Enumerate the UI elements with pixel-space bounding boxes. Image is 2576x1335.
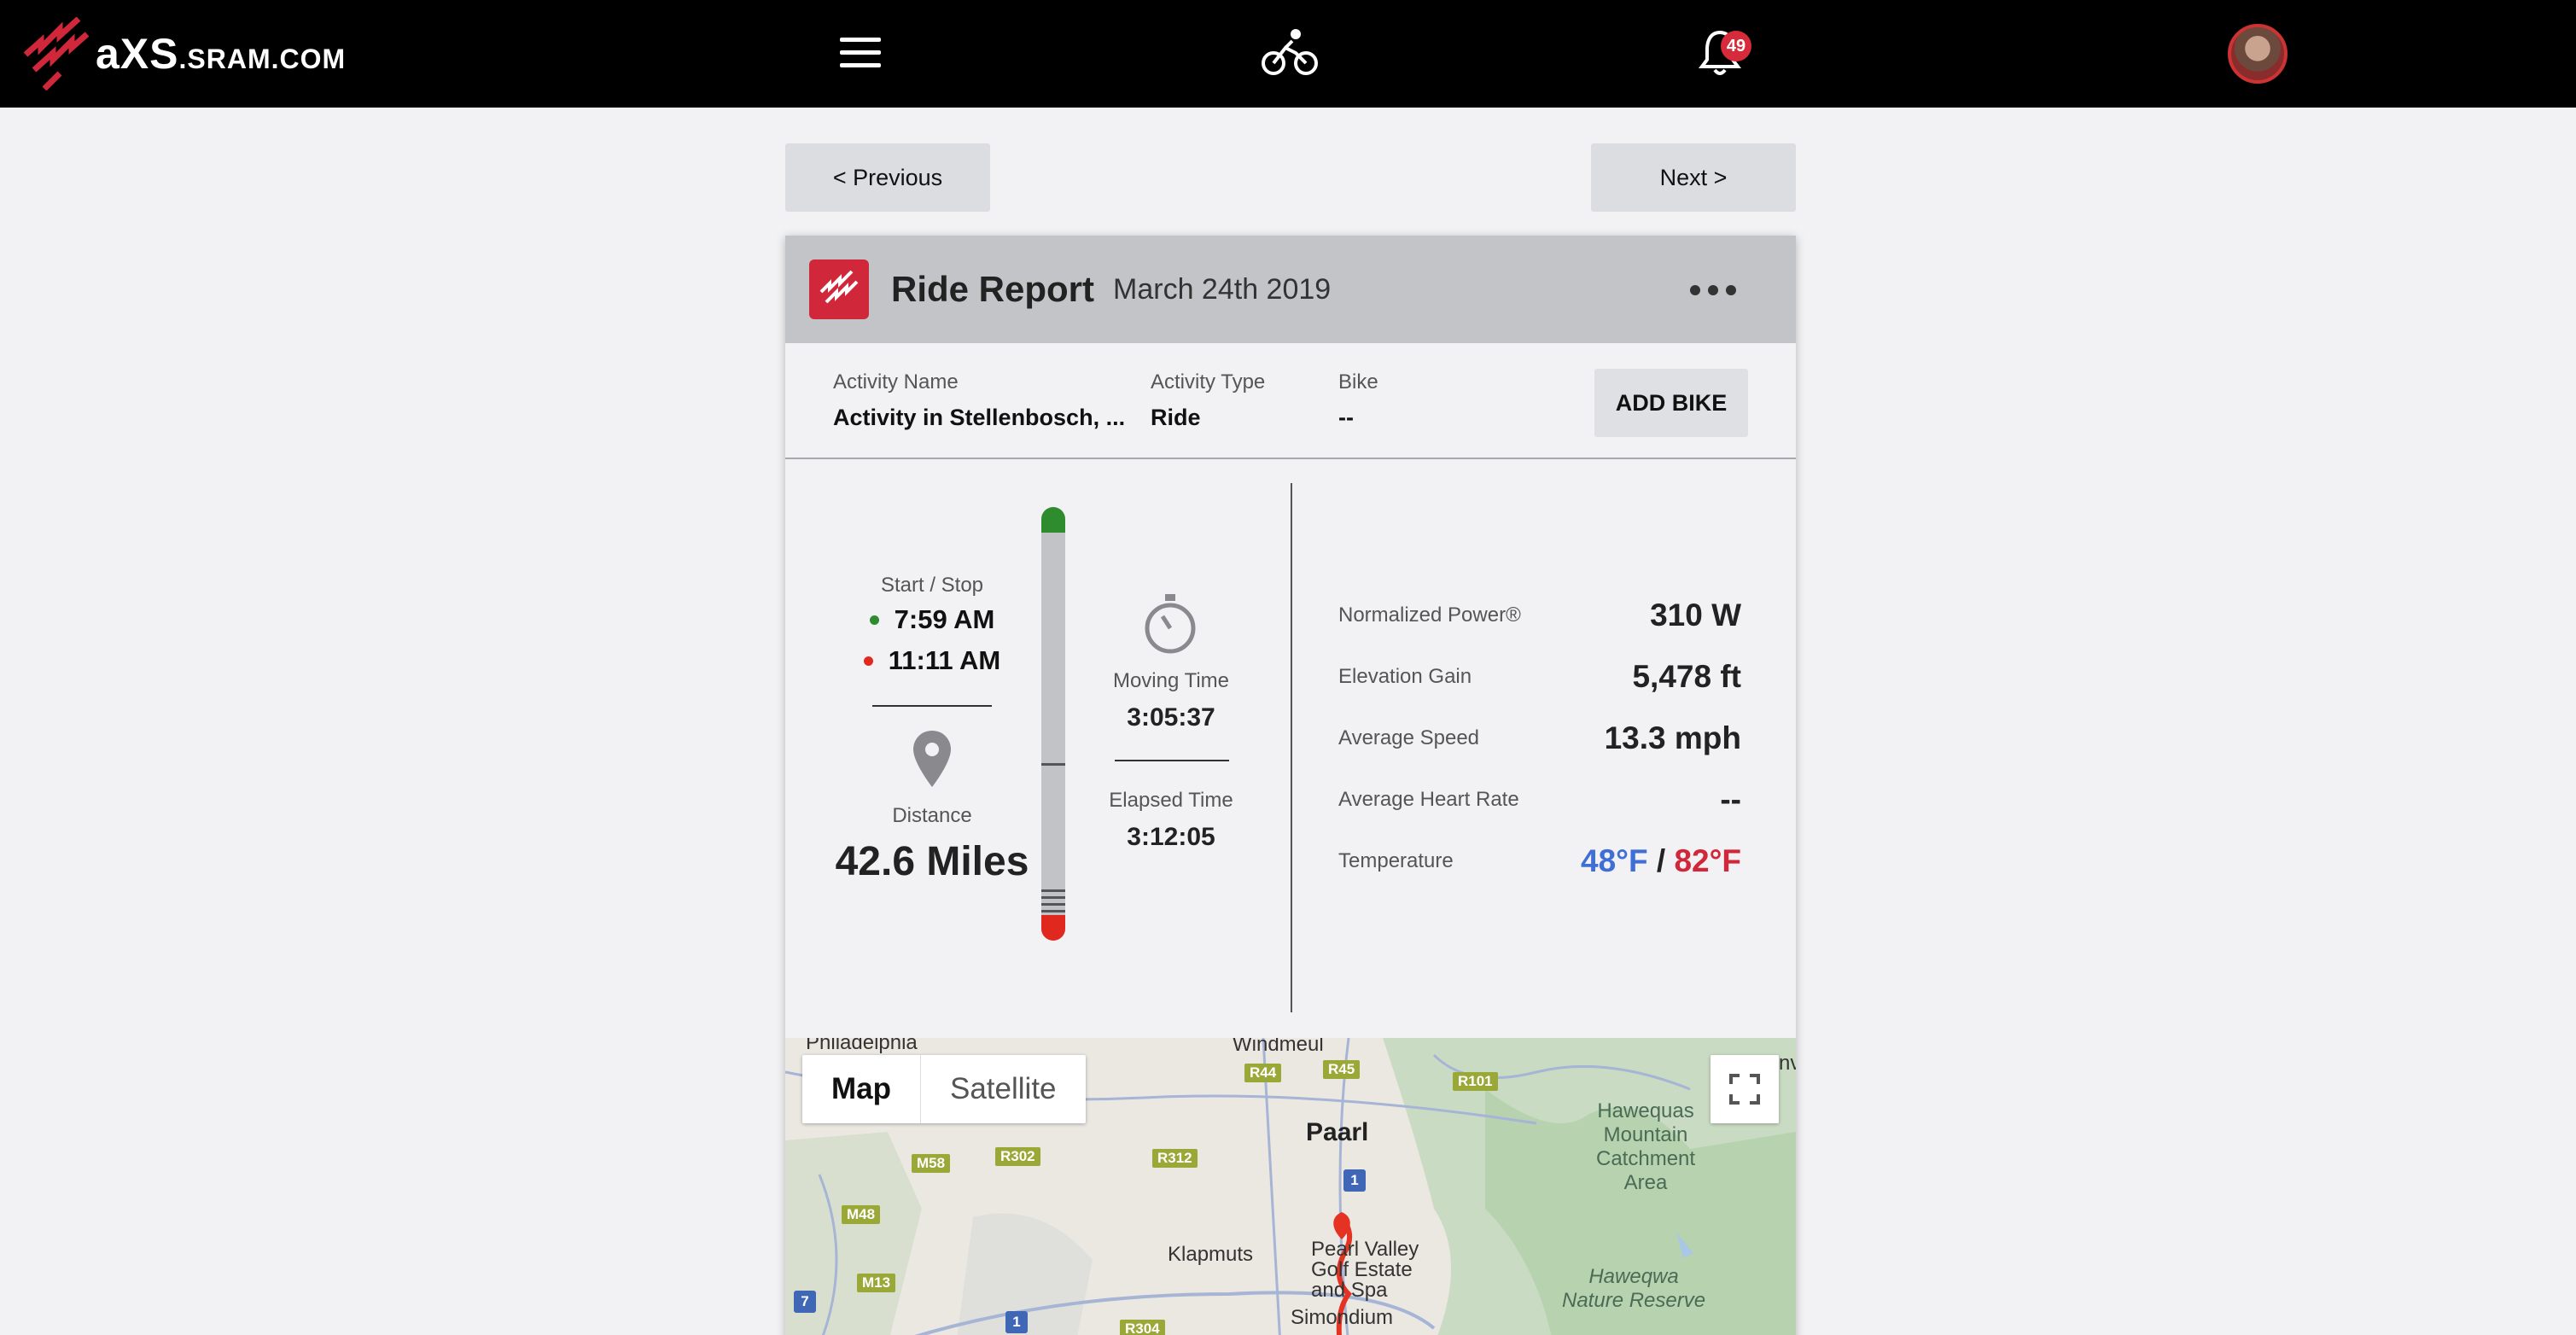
route-shield: R302 bbox=[995, 1147, 1040, 1166]
distance-value: 42.6 Miles bbox=[835, 839, 1029, 884]
map-type-toggle[interactable]: Map Satellite bbox=[802, 1055, 1086, 1123]
top-bar: aXS.SRAM.COM 49 bbox=[0, 0, 2576, 108]
stop-dot-icon bbox=[863, 656, 873, 666]
map-label-simondium: Simondium bbox=[1291, 1306, 1394, 1329]
route-shield: R45 bbox=[1323, 1060, 1361, 1079]
sram-logo-icon bbox=[809, 259, 869, 319]
notification-badge: 49 bbox=[1721, 31, 1751, 61]
map-label-edge: nv bbox=[1779, 1052, 1796, 1075]
route-shield: 1 bbox=[1343, 1169, 1366, 1192]
metric-elevation-gain: Elevation Gain 5,478 ft bbox=[1338, 659, 1741, 694]
route-shield: R304 bbox=[1120, 1320, 1165, 1335]
ride-date: March 24th 2019 bbox=[1113, 272, 1332, 306]
temp-high: 82°F bbox=[1674, 843, 1741, 878]
activity-name-field[interactable]: Activity Name Activity in Stellenbosch, … bbox=[833, 370, 1125, 431]
divider bbox=[872, 705, 992, 707]
previous-button[interactable]: < Previous bbox=[785, 143, 990, 212]
route-shield: M58 bbox=[912, 1154, 951, 1173]
route-shield: 7 bbox=[794, 1291, 816, 1313]
location-pin-icon bbox=[913, 731, 951, 787]
ride-report-card: Ride Report March 24th 2019 Activity Nam… bbox=[785, 236, 1796, 1335]
moving-time-value: 3:05:37 bbox=[1127, 703, 1215, 732]
elapsed-time-value: 3:12:05 bbox=[1127, 823, 1215, 851]
bike-field: Bike -- bbox=[1338, 370, 1378, 430]
brand-name: aXS.SRAM.COM bbox=[96, 30, 347, 78]
fullscreen-button[interactable] bbox=[1711, 1055, 1779, 1123]
sram-logo-icon bbox=[23, 17, 90, 90]
route-shield: R101 bbox=[1453, 1072, 1498, 1091]
route-shield: R44 bbox=[1244, 1064, 1282, 1082]
moving-time-label: Moving Time bbox=[1112, 669, 1230, 692]
map-label-pearl-valley: Pearl Valley Golf Estate and Spa bbox=[1311, 1238, 1419, 1302]
satellite-tab[interactable]: Satellite bbox=[921, 1055, 1086, 1123]
activity-type-field[interactable]: Activity Type Ride bbox=[1151, 370, 1265, 431]
fullscreen-icon bbox=[1729, 1074, 1760, 1105]
map-label-haweqwa: Haweqwa Nature Reserve bbox=[1562, 1265, 1706, 1312]
stop-marker bbox=[1041, 915, 1065, 941]
ride-stats: Start / Stop 7:59 AM 11:11 AM Distance 4… bbox=[785, 459, 1796, 1040]
avatar[interactable] bbox=[2228, 24, 2288, 84]
bike-icon[interactable] bbox=[1262, 27, 1318, 77]
distance-label: Distance bbox=[892, 804, 972, 827]
route-shield: M13 bbox=[857, 1274, 896, 1292]
menu-icon[interactable] bbox=[840, 38, 881, 68]
map-tab[interactable]: Map bbox=[802, 1055, 921, 1123]
start-dot-icon bbox=[869, 615, 879, 625]
metric-average-heart-rate: Average Heart Rate -- bbox=[1338, 782, 1741, 817]
route-map[interactable]: Philadelphia Windmeul Paarl Klapmuts Pea… bbox=[785, 1038, 1796, 1335]
route-shield: M48 bbox=[842, 1205, 881, 1224]
divider bbox=[1115, 760, 1229, 761]
start-marker bbox=[1041, 507, 1065, 533]
route-shield: R312 bbox=[1152, 1149, 1198, 1168]
metric-average-speed: Average Speed 13.3 mph bbox=[1338, 720, 1741, 755]
map-label-philadelphia: Philadelphia bbox=[806, 1038, 918, 1054]
map-label-hawequas: Hawequas Mountain Catchment Area bbox=[1596, 1099, 1696, 1194]
metric-normalized-power: Normalized Power® 310 W bbox=[1338, 598, 1741, 633]
column-divider bbox=[1291, 483, 1292, 1012]
route-shield: 1 bbox=[1005, 1311, 1028, 1333]
add-bike-button[interactable]: ADD BIKE bbox=[1594, 369, 1748, 437]
page-title: Ride Report bbox=[891, 269, 1095, 309]
elapsed-time-label: Elapsed Time bbox=[1109, 789, 1233, 812]
more-options-icon[interactable] bbox=[1690, 285, 1736, 295]
start-stop-label: Start / Stop bbox=[880, 574, 984, 597]
ride-timeline-bar bbox=[1041, 507, 1065, 941]
map-label-paarl: Paarl bbox=[1306, 1118, 1369, 1146]
sram-logo[interactable]: aXS.SRAM.COM bbox=[22, 17, 346, 90]
metric-temperature: Temperature 48°F / 82°F bbox=[1338, 843, 1741, 878]
activity-info-row: Activity Name Activity in Stellenbosch, … bbox=[785, 343, 1796, 459]
start-time: 7:59 AM bbox=[838, 604, 1026, 635]
map-label-windmeul: Windmeul bbox=[1233, 1038, 1324, 1056]
stop-time: 11:11 AM bbox=[838, 645, 1026, 676]
next-button[interactable]: Next > bbox=[1591, 143, 1796, 212]
map-label-klapmuts: Klapmuts bbox=[1168, 1243, 1254, 1266]
temp-low: 48°F bbox=[1581, 843, 1648, 878]
card-header: Ride Report March 24th 2019 bbox=[785, 236, 1796, 343]
stopwatch-icon bbox=[1145, 594, 1196, 654]
